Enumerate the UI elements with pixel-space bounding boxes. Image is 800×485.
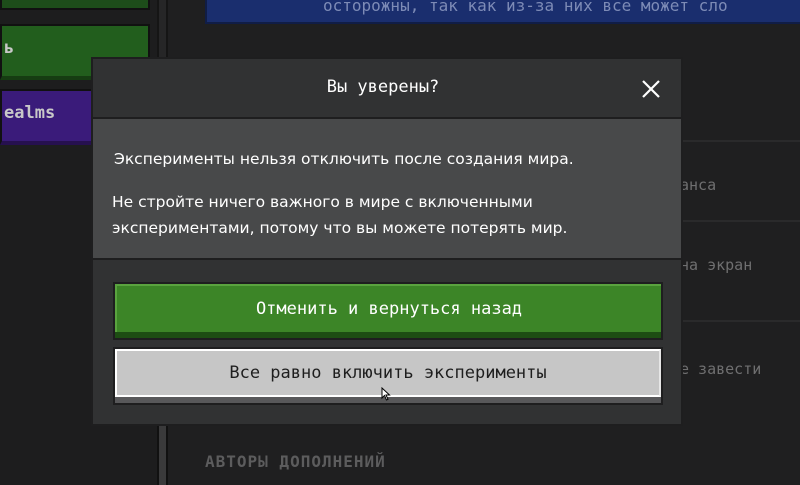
- dialog-header: Вы уверены?: [93, 59, 681, 119]
- dialog-message-1: Эксперименты нельзя отключить после созд…: [114, 150, 574, 168]
- scrollbar-track: [157, 424, 168, 485]
- dialog-message-2-line-2: экспериментами, потому что вы можете пот…: [112, 219, 568, 237]
- settings-row-label: на экран: [680, 256, 753, 274]
- left-menu-button-top: [0, 0, 150, 10]
- close-icon: [642, 80, 660, 98]
- confirm-dialog: Вы уверены? Эксперименты нельзя отключит…: [91, 57, 683, 426]
- dialog-title: Вы уверены?: [326, 77, 440, 97]
- section-title-addon-authors: АВТОРЫ ДОПОЛНЕНИЙ: [205, 452, 386, 471]
- dialog-message-2-line-1: Не стройте ничего важного в мире с включ…: [112, 193, 533, 211]
- left-menu-button-green-label: ь: [4, 38, 15, 58]
- warning-banner: осторожны, так как из-за них все может с…: [205, 0, 800, 24]
- settings-row-label: е завести: [680, 360, 762, 378]
- settings-row-label: анса: [680, 176, 717, 194]
- cancel-button[interactable]: Отменить и вернуться назад: [113, 282, 663, 340]
- close-button[interactable]: [631, 69, 671, 109]
- warning-banner-text: осторожны, так как из-за них все может с…: [323, 0, 728, 15]
- mouse-cursor-icon: [381, 387, 391, 401]
- left-menu-button-realms-label: ealms: [4, 103, 56, 123]
- cancel-button-label: Отменить и вернуться назад: [115, 284, 661, 332]
